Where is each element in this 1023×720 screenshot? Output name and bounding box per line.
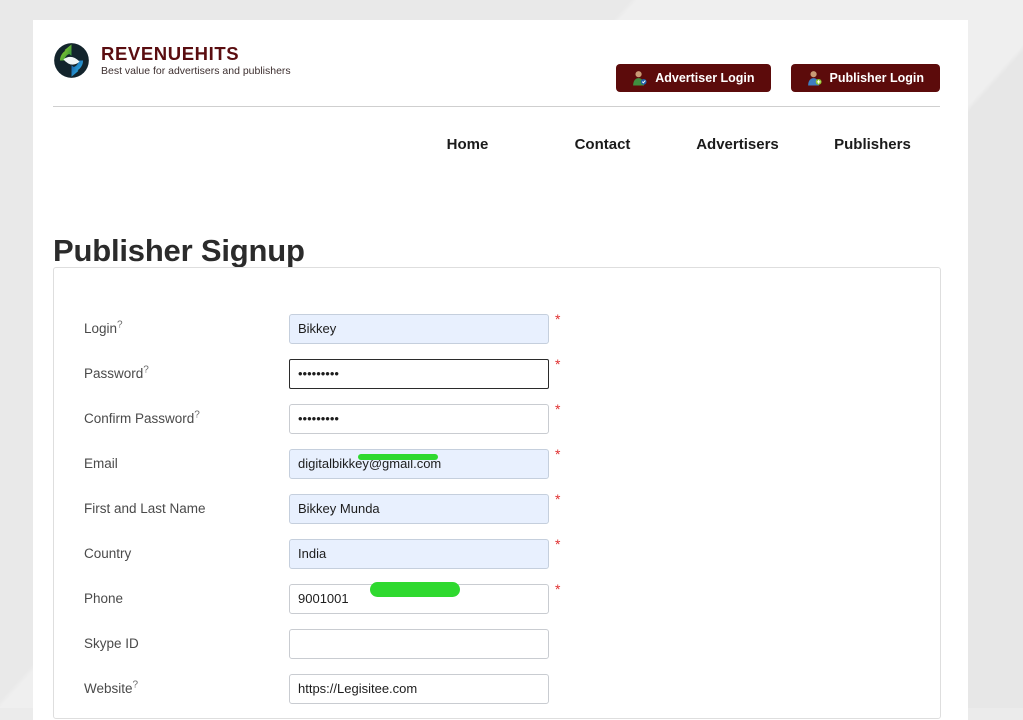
nav-item-publishers[interactable]: Publishers	[805, 128, 940, 161]
brand-tagline: Best value for advertisers and publisher…	[101, 65, 291, 77]
form-row: Website?	[84, 666, 940, 711]
brand-text: REVENUEHITS Best value for advertisers a…	[101, 42, 291, 77]
email-input[interactable]	[289, 448, 549, 479]
signup-form-card: Login?*Password?*Confirm Password?*Email…	[53, 267, 941, 719]
nav-item-contact[interactable]: Contact	[535, 128, 670, 161]
required-marker: *	[555, 491, 561, 507]
skype-id-input[interactable]	[289, 628, 549, 659]
field-label-website: Website?	[84, 679, 139, 696]
form-row: Confirm Password? *	[84, 396, 940, 441]
nav-item-advertisers[interactable]: Advertisers	[670, 128, 805, 161]
required-marker: *	[555, 581, 561, 597]
field-label-password: Password?	[84, 364, 149, 381]
person-blue-icon	[807, 71, 822, 86]
field-label-country: Country	[84, 546, 132, 561]
advertiser-login-button[interactable]: Advertiser Login	[616, 64, 771, 92]
form-row: First and Last Name *	[84, 486, 940, 531]
nav-item-home[interactable]: Home	[400, 128, 535, 161]
form-row: Skype ID	[84, 621, 940, 666]
required-marker: *	[555, 536, 561, 552]
confirm-password-input[interactable]	[289, 403, 549, 434]
password-input[interactable]	[289, 358, 549, 389]
brand-logo-block[interactable]: REVENUEHITS Best value for advertisers a…	[53, 42, 291, 79]
signup-form-rows: Login?*Password?*Confirm Password?*Email…	[54, 268, 940, 711]
first-and-last-name-input[interactable]	[289, 493, 549, 524]
form-row: Country India *	[84, 531, 940, 576]
required-marker: *	[555, 401, 561, 417]
field-label-login: Login?	[84, 319, 123, 336]
help-marker-icon[interactable]: ?	[143, 365, 149, 376]
form-row: Password? *	[84, 351, 940, 396]
page-title: Publisher Signup	[53, 232, 305, 268]
form-row: Email *	[84, 441, 940, 486]
publisher-login-label: Publisher Login	[829, 71, 924, 85]
country-select[interactable]: India	[289, 538, 549, 569]
main-navigation: Home Contact Advertisers Publishers	[33, 128, 940, 161]
help-marker-icon[interactable]: ?	[194, 410, 200, 421]
site-header: REVENUEHITS Best value for advertisers a…	[33, 20, 968, 107]
help-marker-icon[interactable]: ?	[133, 680, 139, 691]
login-buttons-group: Advertiser Login Publisher Login	[616, 64, 940, 92]
field-label-confirm-password: Confirm Password?	[84, 409, 200, 426]
required-marker: *	[555, 356, 561, 372]
login-input[interactable]	[289, 313, 549, 344]
field-label-phone: Phone	[84, 591, 124, 606]
field-label-email: Email	[84, 456, 118, 471]
form-row: Phone *	[84, 576, 940, 621]
site-container: REVENUEHITS Best value for advertisers a…	[33, 20, 968, 720]
help-marker-icon[interactable]: ?	[117, 320, 123, 331]
field-label-first-and-last-name: First and Last Name	[84, 501, 206, 516]
required-marker: *	[555, 311, 561, 327]
header-divider	[53, 106, 940, 107]
form-row: Login? *	[84, 306, 940, 351]
person-green-icon	[633, 71, 647, 86]
recycle-circle-logo-icon	[54, 43, 89, 78]
field-label-skype-id: Skype ID	[84, 636, 139, 651]
required-marker: *	[555, 446, 561, 462]
advertiser-login-label: Advertiser Login	[655, 71, 755, 85]
phone-input[interactable]	[289, 583, 549, 614]
publisher-login-button[interactable]: Publisher Login	[790, 64, 940, 92]
website-input[interactable]	[289, 673, 549, 704]
brand-name: REVENUEHITS	[101, 42, 240, 64]
